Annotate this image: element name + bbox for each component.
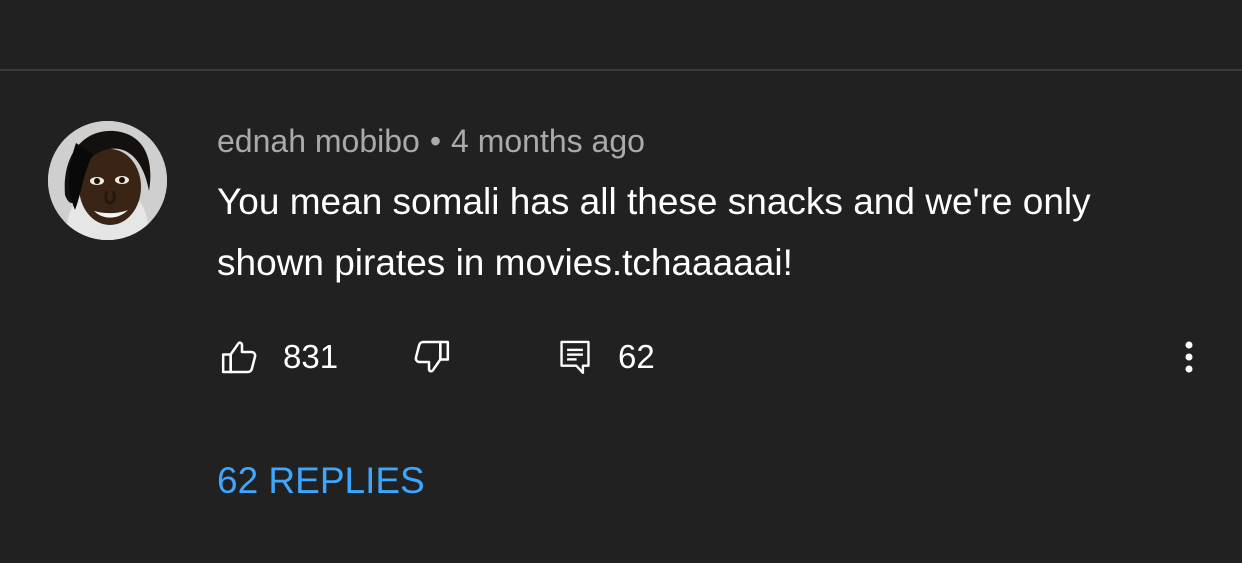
more-options-button[interactable] (1172, 331, 1206, 383)
view-replies-link[interactable]: 62 REPLIES (217, 460, 425, 502)
thumbs-up-icon (221, 341, 257, 374)
avatar-image (48, 121, 167, 240)
comment-timestamp[interactable]: 4 months ago (451, 123, 645, 159)
author-name[interactable]: ednah mobibo (217, 123, 420, 159)
comment-body: You mean somali has all these snacks and… (217, 181, 1091, 283)
comment-screen: ednah mobibo • 4 months ago You mean somal… (0, 0, 1242, 563)
meta-separator: • (429, 123, 442, 159)
like-button[interactable]: 831 (219, 331, 338, 383)
avatar[interactable] (48, 121, 167, 240)
comment-icon (560, 340, 590, 375)
top-divider (0, 69, 1242, 71)
more-vertical-icon (1185, 341, 1193, 373)
comment-meta: ednah mobibo • 4 months ago (217, 119, 645, 163)
thumbs-down-icon (414, 340, 450, 373)
comment-actions: 831 62 (217, 331, 1207, 383)
reply-button[interactable]: 62 (556, 331, 655, 383)
reply-count: 62 (618, 338, 655, 375)
dislike-button[interactable] (412, 331, 452, 383)
like-count: 831 (283, 338, 339, 375)
